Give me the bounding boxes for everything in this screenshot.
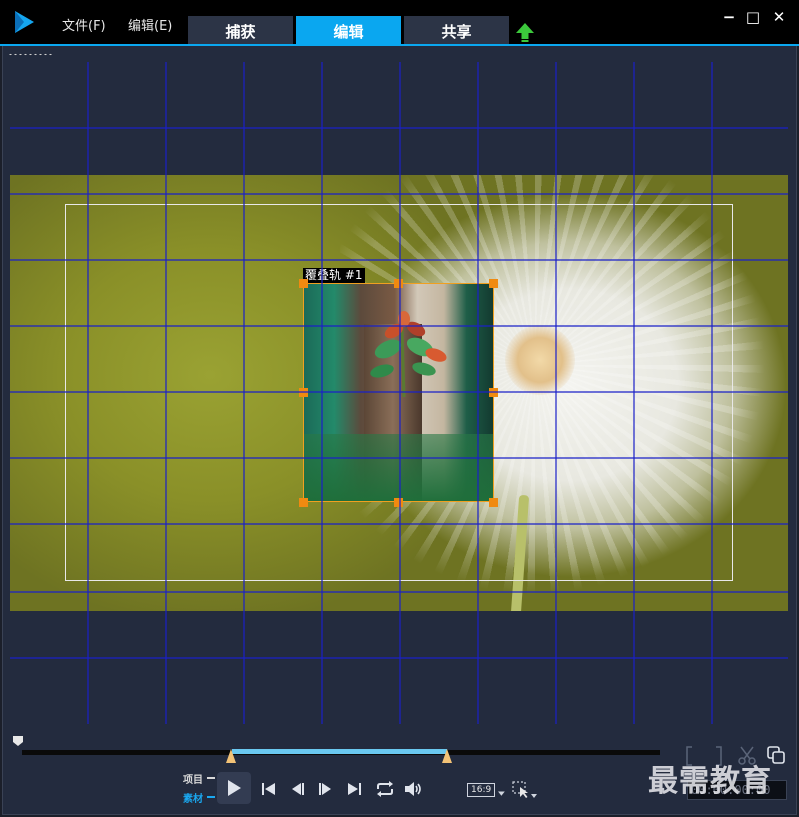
resize-handle-br[interactable] xyxy=(489,498,498,507)
volume-icon xyxy=(405,782,421,796)
repeat-icon xyxy=(377,781,393,797)
skip-end-icon xyxy=(348,783,361,795)
menu-file[interactable]: 文件(F) xyxy=(62,15,106,34)
play-icon xyxy=(228,780,241,796)
resize-handle-tr[interactable] xyxy=(489,279,498,288)
skip-start-button[interactable] xyxy=(258,780,278,798)
tab-capture[interactable]: 捕获 xyxy=(188,16,293,46)
app-logo-icon xyxy=(15,11,34,33)
menu-edit[interactable]: 编辑(E) xyxy=(128,15,172,34)
crop-select-icon xyxy=(512,781,537,798)
chevron-down-icon xyxy=(498,791,505,796)
skip-start-icon xyxy=(262,783,275,795)
step-back-button[interactable] xyxy=(288,780,308,798)
play-button[interactable] xyxy=(217,772,251,804)
minimize-button[interactable]: − xyxy=(718,8,740,26)
crop-select-button[interactable] xyxy=(510,780,540,800)
trim-selection[interactable] xyxy=(232,749,447,754)
skip-end-button[interactable] xyxy=(345,780,365,798)
trim-in-handle[interactable] xyxy=(226,749,236,763)
volume-button[interactable] xyxy=(402,779,424,799)
mode-project-dash xyxy=(207,777,215,779)
aspect-ratio-value: 16:9 xyxy=(467,783,496,797)
repeat-button[interactable] xyxy=(374,779,396,799)
panel-grip[interactable] xyxy=(8,53,54,56)
mode-project[interactable]: 项目 xyxy=(183,771,203,786)
tab-share[interactable]: 共享 xyxy=(404,16,509,46)
step-forward-button[interactable] xyxy=(315,780,335,798)
maximize-button[interactable]: □ xyxy=(742,8,764,26)
resize-handle-bm[interactable] xyxy=(394,498,403,507)
watermark-text: 最需教育 xyxy=(648,764,772,799)
upload-icon[interactable] xyxy=(515,22,535,42)
resize-handle-ml[interactable] xyxy=(299,388,308,397)
tab-edit[interactable]: 编辑 xyxy=(296,16,401,46)
title-bar: 文件(F) 编辑(E) 捕获 编辑 共享 − □ ✕ xyxy=(0,0,799,46)
trim-out-handle[interactable] xyxy=(442,749,452,763)
close-button[interactable]: ✕ xyxy=(768,8,790,26)
mode-clip[interactable]: 素材 xyxy=(183,790,203,805)
overlay-clip[interactable] xyxy=(303,283,494,502)
resize-handle-mr[interactable] xyxy=(489,388,498,397)
aspect-ratio-button[interactable]: 16:9 xyxy=(467,781,505,799)
step-back-icon xyxy=(292,783,304,795)
resize-handle-tl[interactable] xyxy=(299,279,308,288)
plant-image xyxy=(370,311,447,398)
resize-handle-tm[interactable] xyxy=(394,279,403,288)
mode-clip-dash xyxy=(207,796,215,798)
resize-handle-bl[interactable] xyxy=(299,498,308,507)
playhead-marker[interactable] xyxy=(12,735,24,747)
step-forward-icon xyxy=(319,783,331,795)
overlay-track-label: 覆叠轨 #1 xyxy=(303,268,365,283)
